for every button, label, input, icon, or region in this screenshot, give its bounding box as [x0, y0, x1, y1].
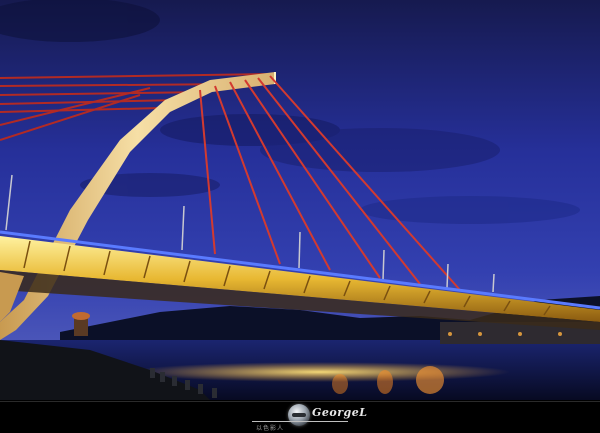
watermark-underline	[252, 421, 348, 422]
photo-frame: GeorgeL 以色影人	[0, 0, 600, 433]
camera-lens-icon	[288, 404, 310, 426]
footer-divider	[0, 401, 600, 402]
bridge-photo	[0, 0, 600, 400]
watermark-signature: GeorgeL	[312, 406, 368, 419]
watermark-caption: 以色影人	[256, 425, 285, 432]
bridge-scene	[0, 0, 600, 400]
river-reflection	[130, 362, 510, 382]
